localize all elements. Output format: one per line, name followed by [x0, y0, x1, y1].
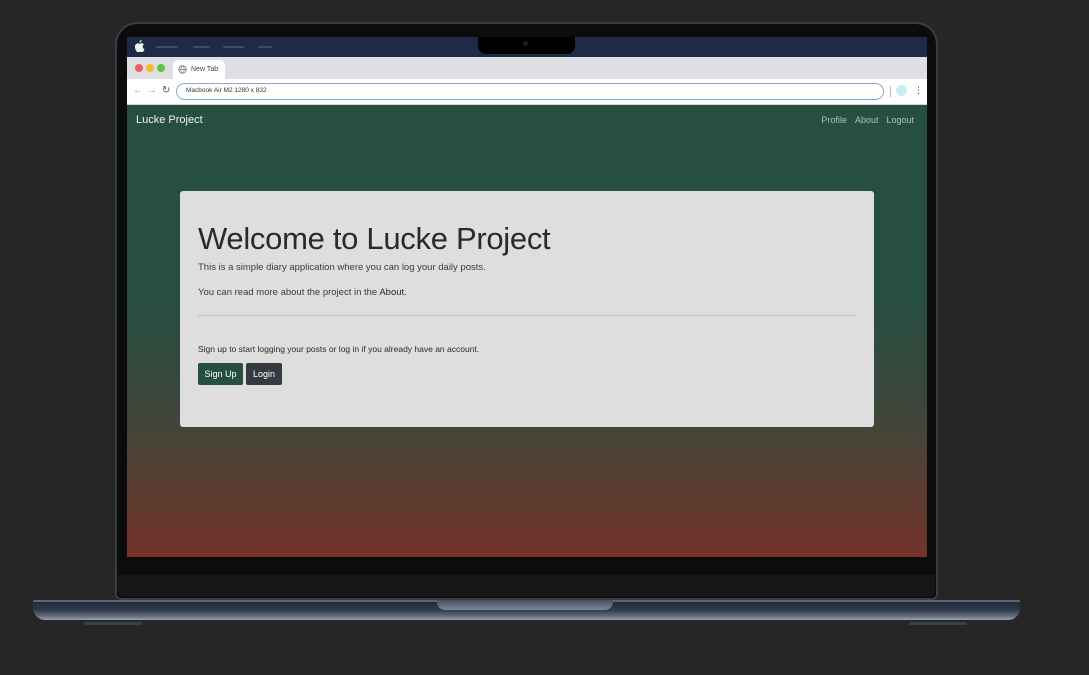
browser-toolbar: ← → ↻ Macbook Air M2 1280 x 832 ⋮ — [127, 79, 927, 105]
menu-item-placeholder[interactable] — [193, 46, 210, 48]
divider — [198, 315, 856, 316]
sign-up-button[interactable]: Sign Up — [198, 363, 243, 385]
intro-text: This is a simple diary application where… — [198, 262, 486, 273]
nav-link-profile[interactable]: Profile — [821, 115, 847, 125]
address-bar[interactable]: Macbook Air M2 1280 x 832 — [176, 83, 884, 100]
about-text-suffix: . — [404, 287, 407, 298]
kebab-menu-icon[interactable]: ⋮ — [914, 85, 923, 95]
browser-tab[interactable]: New Tab — [173, 60, 225, 79]
signup-prompt: Sign up to start logging your posts or l… — [198, 344, 480, 354]
laptop-screen: New Tab ← → ↻ Macbook Air M2 1280 x 832 … — [127, 37, 927, 557]
address-text: Macbook Air M2 1280 x 832 — [186, 87, 267, 94]
about-text-prefix: You can read more about the project in t… — [198, 287, 380, 298]
menu-item-placeholder[interactable] — [258, 46, 272, 48]
laptop-chin — [118, 575, 935, 597]
back-arrow-icon[interactable]: ← — [133, 85, 143, 97]
apple-icon — [135, 40, 145, 52]
login-button[interactable]: Login — [246, 363, 282, 385]
minimize-window-button[interactable] — [146, 64, 154, 72]
screen-notch — [478, 37, 575, 54]
about-link[interactable]: About — [379, 287, 404, 298]
globe-icon — [178, 65, 187, 74]
mac-menubar — [127, 37, 927, 57]
maximize-window-button[interactable] — [157, 64, 165, 72]
laptop-foot — [909, 622, 967, 625]
laptop-foot — [84, 622, 142, 625]
menu-item-placeholder[interactable] — [156, 46, 178, 48]
navbar-links: Profile About Logout — [813, 115, 914, 125]
about-text: You can read more about the project in t… — [198, 287, 407, 298]
close-window-button[interactable] — [135, 64, 143, 72]
page-title: Welcome to Lucke Project — [198, 221, 551, 256]
navbar-brand[interactable]: Lucke Project — [136, 114, 203, 126]
menu-item-placeholder[interactable] — [223, 46, 244, 48]
nav-link-about[interactable]: About — [855, 115, 879, 125]
browser-tabstrip: New Tab — [127, 57, 927, 79]
laptop-lid-notch — [437, 600, 613, 610]
forward-arrow-icon[interactable]: → — [147, 85, 157, 97]
reload-icon[interactable]: ↻ — [162, 85, 170, 97]
web-page: Lucke Project Profile About Logout Welcome… — [127, 105, 927, 557]
welcome-jumbotron: Welcome to Lucke Project This is a simpl… — [180, 191, 874, 427]
toolbar-divider — [890, 86, 891, 97]
camera-icon — [523, 41, 528, 46]
profile-avatar[interactable] — [896, 85, 907, 96]
tab-title: New Tab — [191, 66, 219, 73]
nav-link-logout[interactable]: Logout — [886, 115, 914, 125]
laptop-base — [33, 600, 1020, 620]
